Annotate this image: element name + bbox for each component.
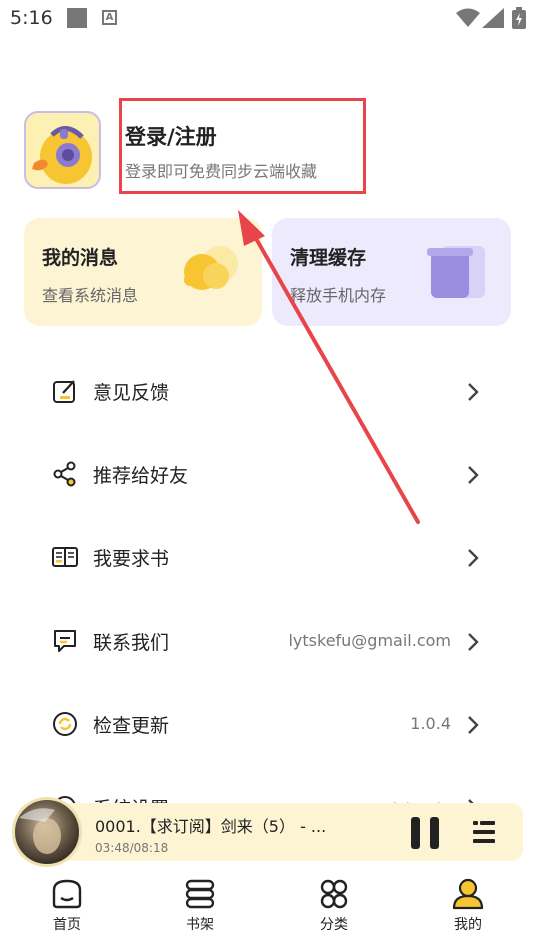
contact-label: 联系我们 — [93, 632, 170, 654]
menu-item-contact[interactable]: 联系我们 lytskefu@gmail.com — [0, 611, 535, 671]
my-messages-title: 我的消息 — [42, 247, 119, 269]
pause-button[interactable] — [411, 817, 439, 849]
status-time: 5:16 — [10, 7, 53, 29]
menu-item-feedback[interactable]: 意见反馈 — [0, 361, 535, 421]
my-messages-subtitle: 查看系统消息 — [42, 286, 139, 305]
nav-bookshelf[interactable]: 书架 — [160, 878, 240, 934]
refresh-icon — [53, 712, 77, 736]
status-bar: 5:16 A — [0, 0, 535, 36]
playlist-icon[interactable] — [471, 818, 497, 846]
notification-square-icon — [67, 8, 87, 28]
wifi-icon — [456, 8, 480, 27]
menu-item-share[interactable]: 推荐给好友 — [0, 444, 535, 504]
share-label: 推荐给好友 — [93, 465, 189, 487]
home-icon — [52, 879, 82, 909]
chevron-right-icon — [468, 466, 479, 484]
version-value: 1.0.4 — [410, 714, 451, 733]
feedback-label: 意见反馈 — [93, 382, 170, 404]
menu-item-update[interactable]: 检查更新 1.0.4 — [0, 694, 535, 754]
nav-bookshelf-label: 书架 — [186, 917, 214, 933]
chevron-right-icon — [468, 716, 479, 734]
duck-headphones-icon — [32, 126, 92, 184]
album-cover-icon[interactable] — [12, 797, 82, 867]
bookshelf-icon — [185, 879, 215, 909]
avatar[interactable] — [24, 111, 101, 189]
player-title[interactable]: 0001.【求订阅】剑来（5） - ... — [95, 813, 326, 837]
category-icon — [320, 879, 348, 909]
user-icon — [452, 878, 484, 910]
book-open-icon — [52, 547, 78, 567]
signal-icon — [482, 8, 504, 28]
nav-category-label: 分类 — [320, 917, 348, 933]
chevron-right-icon — [468, 383, 479, 401]
chevron-right-icon — [468, 549, 479, 567]
bubbles-icon — [184, 246, 238, 290]
clear-cache-card[interactable]: 清理缓存 释放手机内存 — [272, 218, 511, 326]
clear-cache-title: 清理缓存 — [290, 247, 367, 269]
edit-icon — [53, 380, 75, 403]
update-label: 检查更新 — [93, 715, 170, 737]
share-icon — [53, 461, 76, 487]
contact-email: lytskefu@gmail.com — [288, 631, 451, 650]
trash-can-icon — [427, 246, 485, 298]
nav-category[interactable]: 分类 — [294, 878, 374, 934]
request-book-label: 我要求书 — [93, 548, 170, 570]
nav-mine[interactable]: 我的 — [428, 878, 508, 934]
nav-mine-label: 我的 — [454, 917, 482, 933]
nav-home[interactable]: 首页 — [27, 878, 107, 934]
menu-item-request-book[interactable]: 我要求书 — [0, 527, 535, 587]
a-badge-icon: A — [102, 10, 117, 25]
annotation-highlight-box — [119, 98, 366, 194]
message-icon — [54, 630, 76, 652]
chevron-right-icon — [468, 633, 479, 651]
nav-home-label: 首页 — [53, 917, 81, 933]
my-messages-card[interactable]: 我的消息 查看系统消息 — [24, 218, 262, 326]
clear-cache-subtitle: 释放手机内存 — [290, 286, 387, 305]
bottom-navigation: 首页 书架 分类 我的 — [0, 868, 535, 952]
battery-icon — [512, 7, 526, 29]
player-time: 03:48/08:18 — [95, 841, 169, 855]
